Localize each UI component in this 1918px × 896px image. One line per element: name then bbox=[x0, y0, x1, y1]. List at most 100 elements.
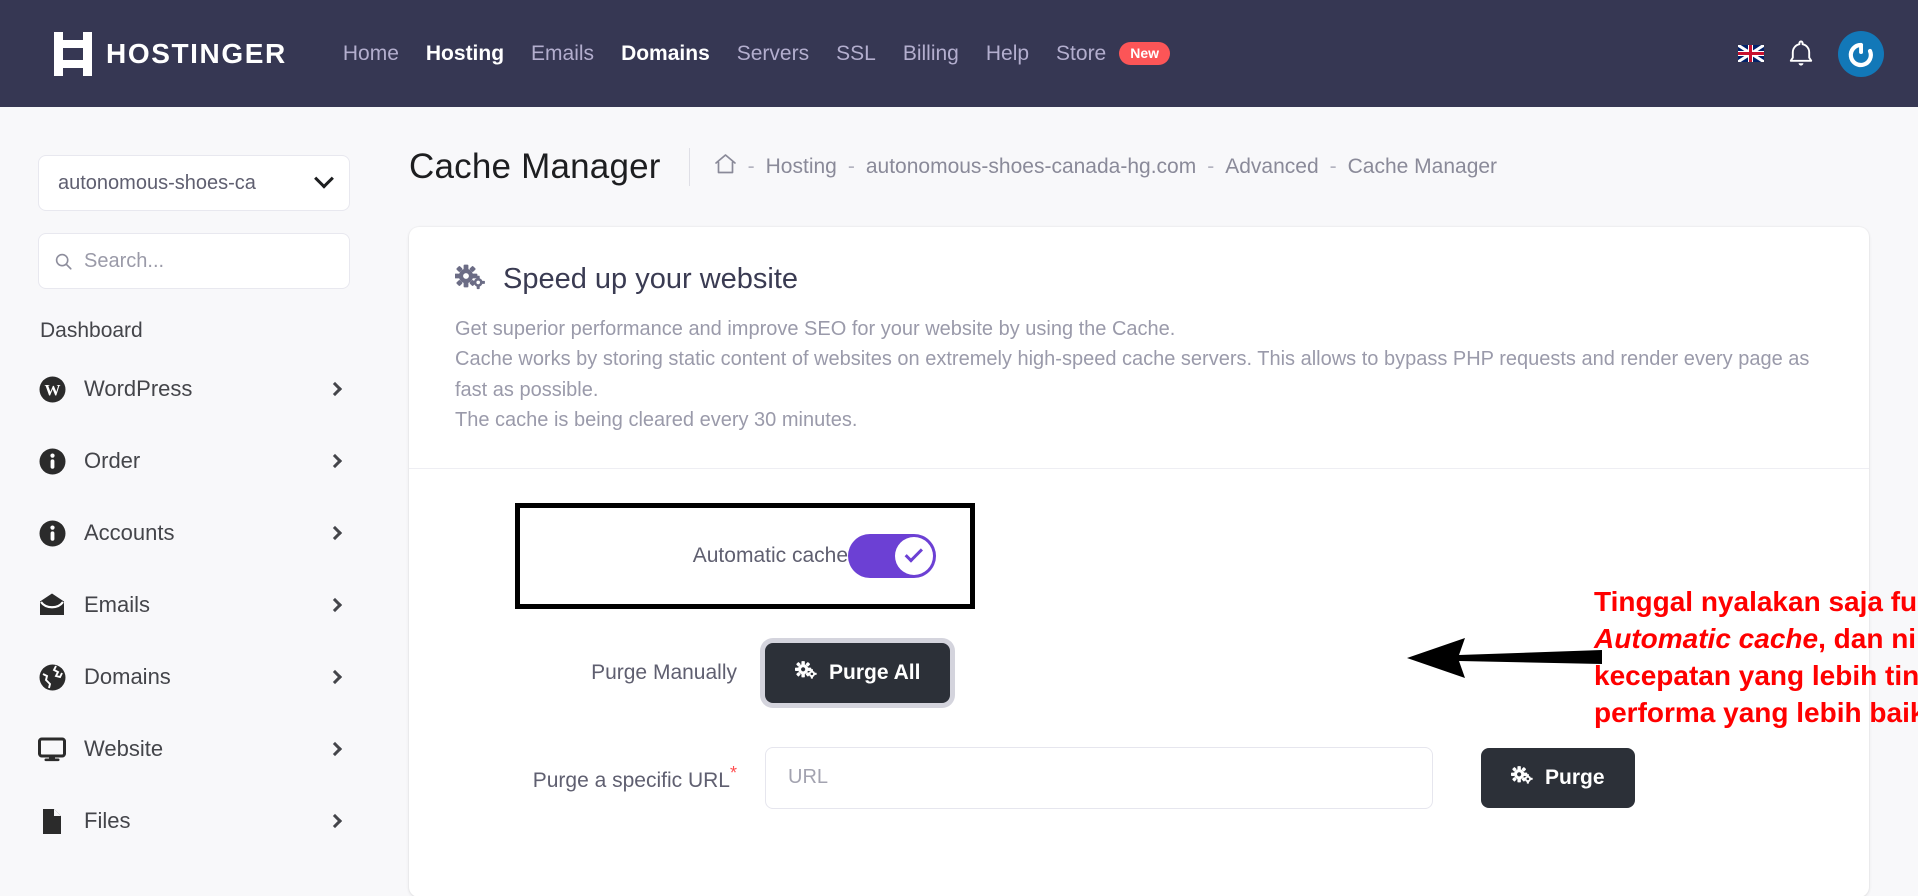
breadcrumb-home-icon[interactable] bbox=[714, 153, 737, 181]
main-nav: Home Hosting Emails Domains Servers SSL … bbox=[343, 42, 1171, 66]
sidebar-item-order[interactable]: Order bbox=[38, 425, 368, 497]
chevron-right-icon bbox=[327, 669, 343, 685]
chevron-down-icon bbox=[314, 168, 334, 189]
bell-icon[interactable] bbox=[1788, 39, 1814, 69]
sidebar-item-label: Order bbox=[84, 448, 141, 473]
annotation-line-3: kecepatan yang lebih tinggi dan bbox=[1594, 659, 1918, 691]
sidebar-item-wordpress[interactable]: W WordPress bbox=[38, 353, 368, 425]
sidebar: autonomous-shoes-ca Dashboard W WordPres… bbox=[0, 107, 405, 896]
nav-item-ssl[interactable]: SSL bbox=[836, 42, 876, 66]
sidebar-item-label: Accounts bbox=[84, 520, 175, 545]
uk-flag-icon[interactable] bbox=[1738, 45, 1764, 62]
purge-all-button[interactable]: Purge All bbox=[765, 642, 951, 703]
purge-all-button-label: Purge All bbox=[829, 660, 921, 684]
sidebar-item-label: Files bbox=[84, 808, 131, 833]
chevron-right-icon bbox=[327, 813, 343, 829]
sidebar-item-website[interactable]: Website bbox=[38, 713, 368, 785]
purge-url-label: Purge a specific URL* bbox=[455, 763, 765, 793]
nav-item-hosting[interactable]: Hosting bbox=[426, 42, 504, 66]
sidebar-item-accounts[interactable]: Accounts bbox=[38, 497, 368, 569]
chevron-right-icon bbox=[327, 381, 343, 397]
domain-selector-value: autonomous-shoes-ca bbox=[58, 171, 256, 194]
required-asterisk: * bbox=[729, 762, 737, 783]
annotation-line-4: performa yang lebih baik bbox=[1594, 696, 1918, 728]
left-arrow-annotation bbox=[1407, 638, 1602, 678]
annotation-emphasis: Automatic cache bbox=[1594, 622, 1819, 654]
breadcrumb-separator: - bbox=[747, 155, 755, 178]
toggle-knob bbox=[895, 536, 933, 575]
top-navigation-bar: HOSTINGER Home Hosting Emails Domains Se… bbox=[0, 0, 1918, 107]
chevron-right-icon bbox=[327, 597, 343, 613]
purge-url-input[interactable] bbox=[765, 746, 1433, 809]
search-icon bbox=[55, 253, 72, 270]
monitor-icon bbox=[38, 735, 66, 763]
card-desc-line-3: The cache is being cleared every 30 minu… bbox=[455, 409, 858, 432]
sidebar-heading: Dashboard bbox=[40, 319, 143, 342]
gears-icon bbox=[454, 263, 485, 296]
sidebar-item-label: Website bbox=[84, 736, 164, 761]
sidebar-search[interactable] bbox=[38, 233, 350, 289]
nav-item-servers[interactable]: Servers bbox=[737, 42, 809, 66]
purge-url-label-text: Purge a specific URL bbox=[532, 768, 730, 792]
sidebar-item-label: WordPress bbox=[84, 376, 193, 401]
breadcrumb-item-domain[interactable]: autonomous-shoes-canada-hg.com bbox=[866, 155, 1196, 179]
wordpress-icon: W bbox=[38, 375, 66, 403]
card-header: Speed up your website Get superior perfo… bbox=[409, 227, 1869, 469]
card-desc-line-1: Get superior performance and improve SEO… bbox=[455, 318, 1176, 340]
domain-selector[interactable]: autonomous-shoes-ca bbox=[38, 155, 350, 211]
nav-item-store[interactable]: Store bbox=[1056, 42, 1106, 66]
header-divider bbox=[688, 148, 690, 186]
breadcrumb-item-advanced[interactable]: Advanced bbox=[1225, 155, 1318, 179]
envelope-icon bbox=[38, 591, 66, 619]
file-icon bbox=[38, 807, 66, 835]
sidebar-item-label: Domains bbox=[84, 664, 171, 689]
brand-wordmark: HOSTINGER bbox=[106, 37, 287, 69]
sidebar-item-domains[interactable]: Domains bbox=[38, 641, 368, 713]
annotation-text: Tinggal nyalakan saja fungsi Automatic c… bbox=[1594, 584, 1918, 732]
automatic-cache-highlight: Automatic cache bbox=[515, 502, 975, 609]
hostinger-logo[interactable]: HOSTINGER bbox=[54, 31, 287, 76]
page-title: Cache Manager bbox=[409, 147, 661, 186]
automatic-cache-toggle[interactable] bbox=[848, 533, 936, 578]
topbar-right-actions bbox=[1738, 0, 1884, 107]
nav-item-domains[interactable]: Domains bbox=[621, 42, 710, 66]
card-desc-line-2: Cache works by storing static content of… bbox=[455, 348, 1810, 401]
svg-text:W: W bbox=[44, 382, 60, 399]
purge-manually-label: Purge Manually bbox=[591, 660, 737, 684]
card-title: Speed up your website bbox=[503, 263, 799, 295]
nav-item-help[interactable]: Help bbox=[986, 42, 1029, 66]
search-input[interactable] bbox=[84, 249, 333, 273]
check-icon bbox=[904, 544, 923, 563]
gears-icon bbox=[1511, 765, 1533, 791]
info-circle-icon bbox=[38, 447, 66, 475]
hostinger-mark-icon bbox=[54, 31, 92, 76]
purge-button[interactable]: Purge bbox=[1481, 747, 1635, 808]
cache-manager-card: Speed up your website Get superior perfo… bbox=[409, 227, 1869, 896]
breadcrumb-separator: - bbox=[1329, 155, 1337, 178]
chevron-right-icon bbox=[327, 525, 343, 541]
purge-button-label: Purge bbox=[1545, 765, 1605, 789]
breadcrumb-separator: - bbox=[847, 155, 855, 178]
nav-item-emails[interactable]: Emails bbox=[531, 42, 594, 66]
annotation-line-2-rest: , dan nikmati bbox=[1818, 622, 1918, 654]
sidebar-item-label: Emails bbox=[84, 592, 151, 617]
annotation-line-1: Tinggal nyalakan saja fungsi bbox=[1594, 586, 1918, 617]
gears-icon bbox=[795, 660, 817, 686]
breadcrumb-item-hosting[interactable]: Hosting bbox=[766, 155, 837, 179]
nav-item-billing[interactable]: Billing bbox=[903, 42, 959, 66]
nav-item-home[interactable]: Home bbox=[343, 42, 399, 66]
sidebar-item-emails[interactable]: Emails bbox=[38, 569, 368, 641]
automatic-cache-label: Automatic cache bbox=[692, 543, 848, 567]
sidebar-menu: W WordPress Order Accounts Emails Domain… bbox=[38, 353, 405, 857]
page-body: autonomous-shoes-ca Dashboard W WordPres… bbox=[0, 107, 1918, 896]
breadcrumb: - Hosting - autonomous-shoes-canada-hg.c… bbox=[714, 153, 1497, 181]
breadcrumb-item-current: Cache Manager bbox=[1347, 155, 1498, 178]
chevron-right-icon bbox=[327, 741, 343, 757]
sidebar-item-files[interactable]: Files bbox=[38, 785, 368, 857]
breadcrumb-separator: - bbox=[1207, 155, 1215, 178]
power-avatar-icon[interactable] bbox=[1838, 30, 1884, 77]
purge-url-row: Purge a specific URL* URL Purge bbox=[455, 746, 1825, 809]
store-new-badge: New bbox=[1119, 42, 1171, 65]
info-circle-icon bbox=[38, 519, 66, 547]
card-description: Get superior performance and improve SEO… bbox=[455, 314, 1825, 436]
